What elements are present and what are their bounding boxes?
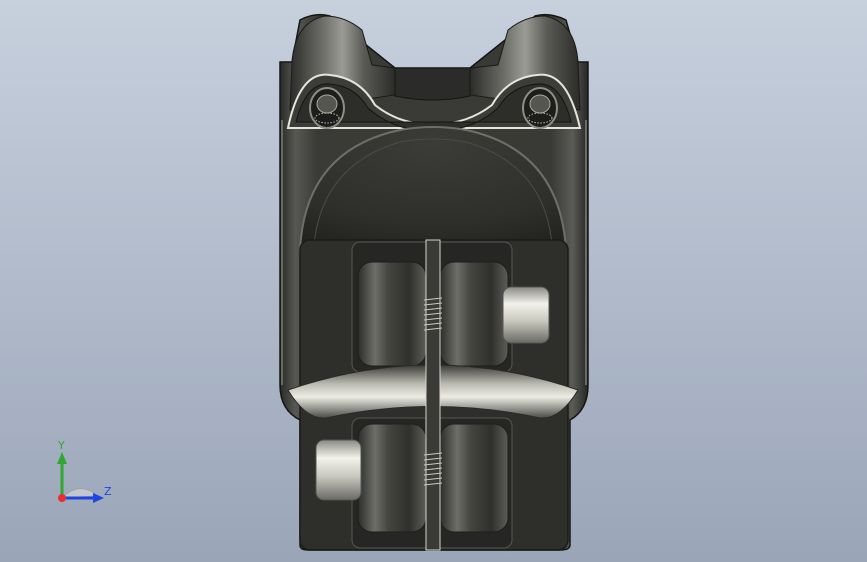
z-axis-label: Z	[104, 485, 112, 498]
orientation-triad[interactable]: Y Z	[40, 438, 120, 508]
x-axis-icon	[58, 494, 66, 502]
faceplate-bolt-left[interactable]	[309, 87, 345, 129]
faceplate-bolt-right[interactable]	[522, 87, 558, 129]
graphics-viewport[interactable]: Y Z	[0, 0, 867, 562]
stem-model[interactable]	[0, 0, 867, 562]
stem-body[interactable]	[279, 13, 589, 551]
y-axis-label: Y	[58, 439, 65, 452]
lower-clamp-bolt[interactable]	[315, 439, 362, 501]
upper-clamp-bolt[interactable]	[502, 286, 550, 344]
